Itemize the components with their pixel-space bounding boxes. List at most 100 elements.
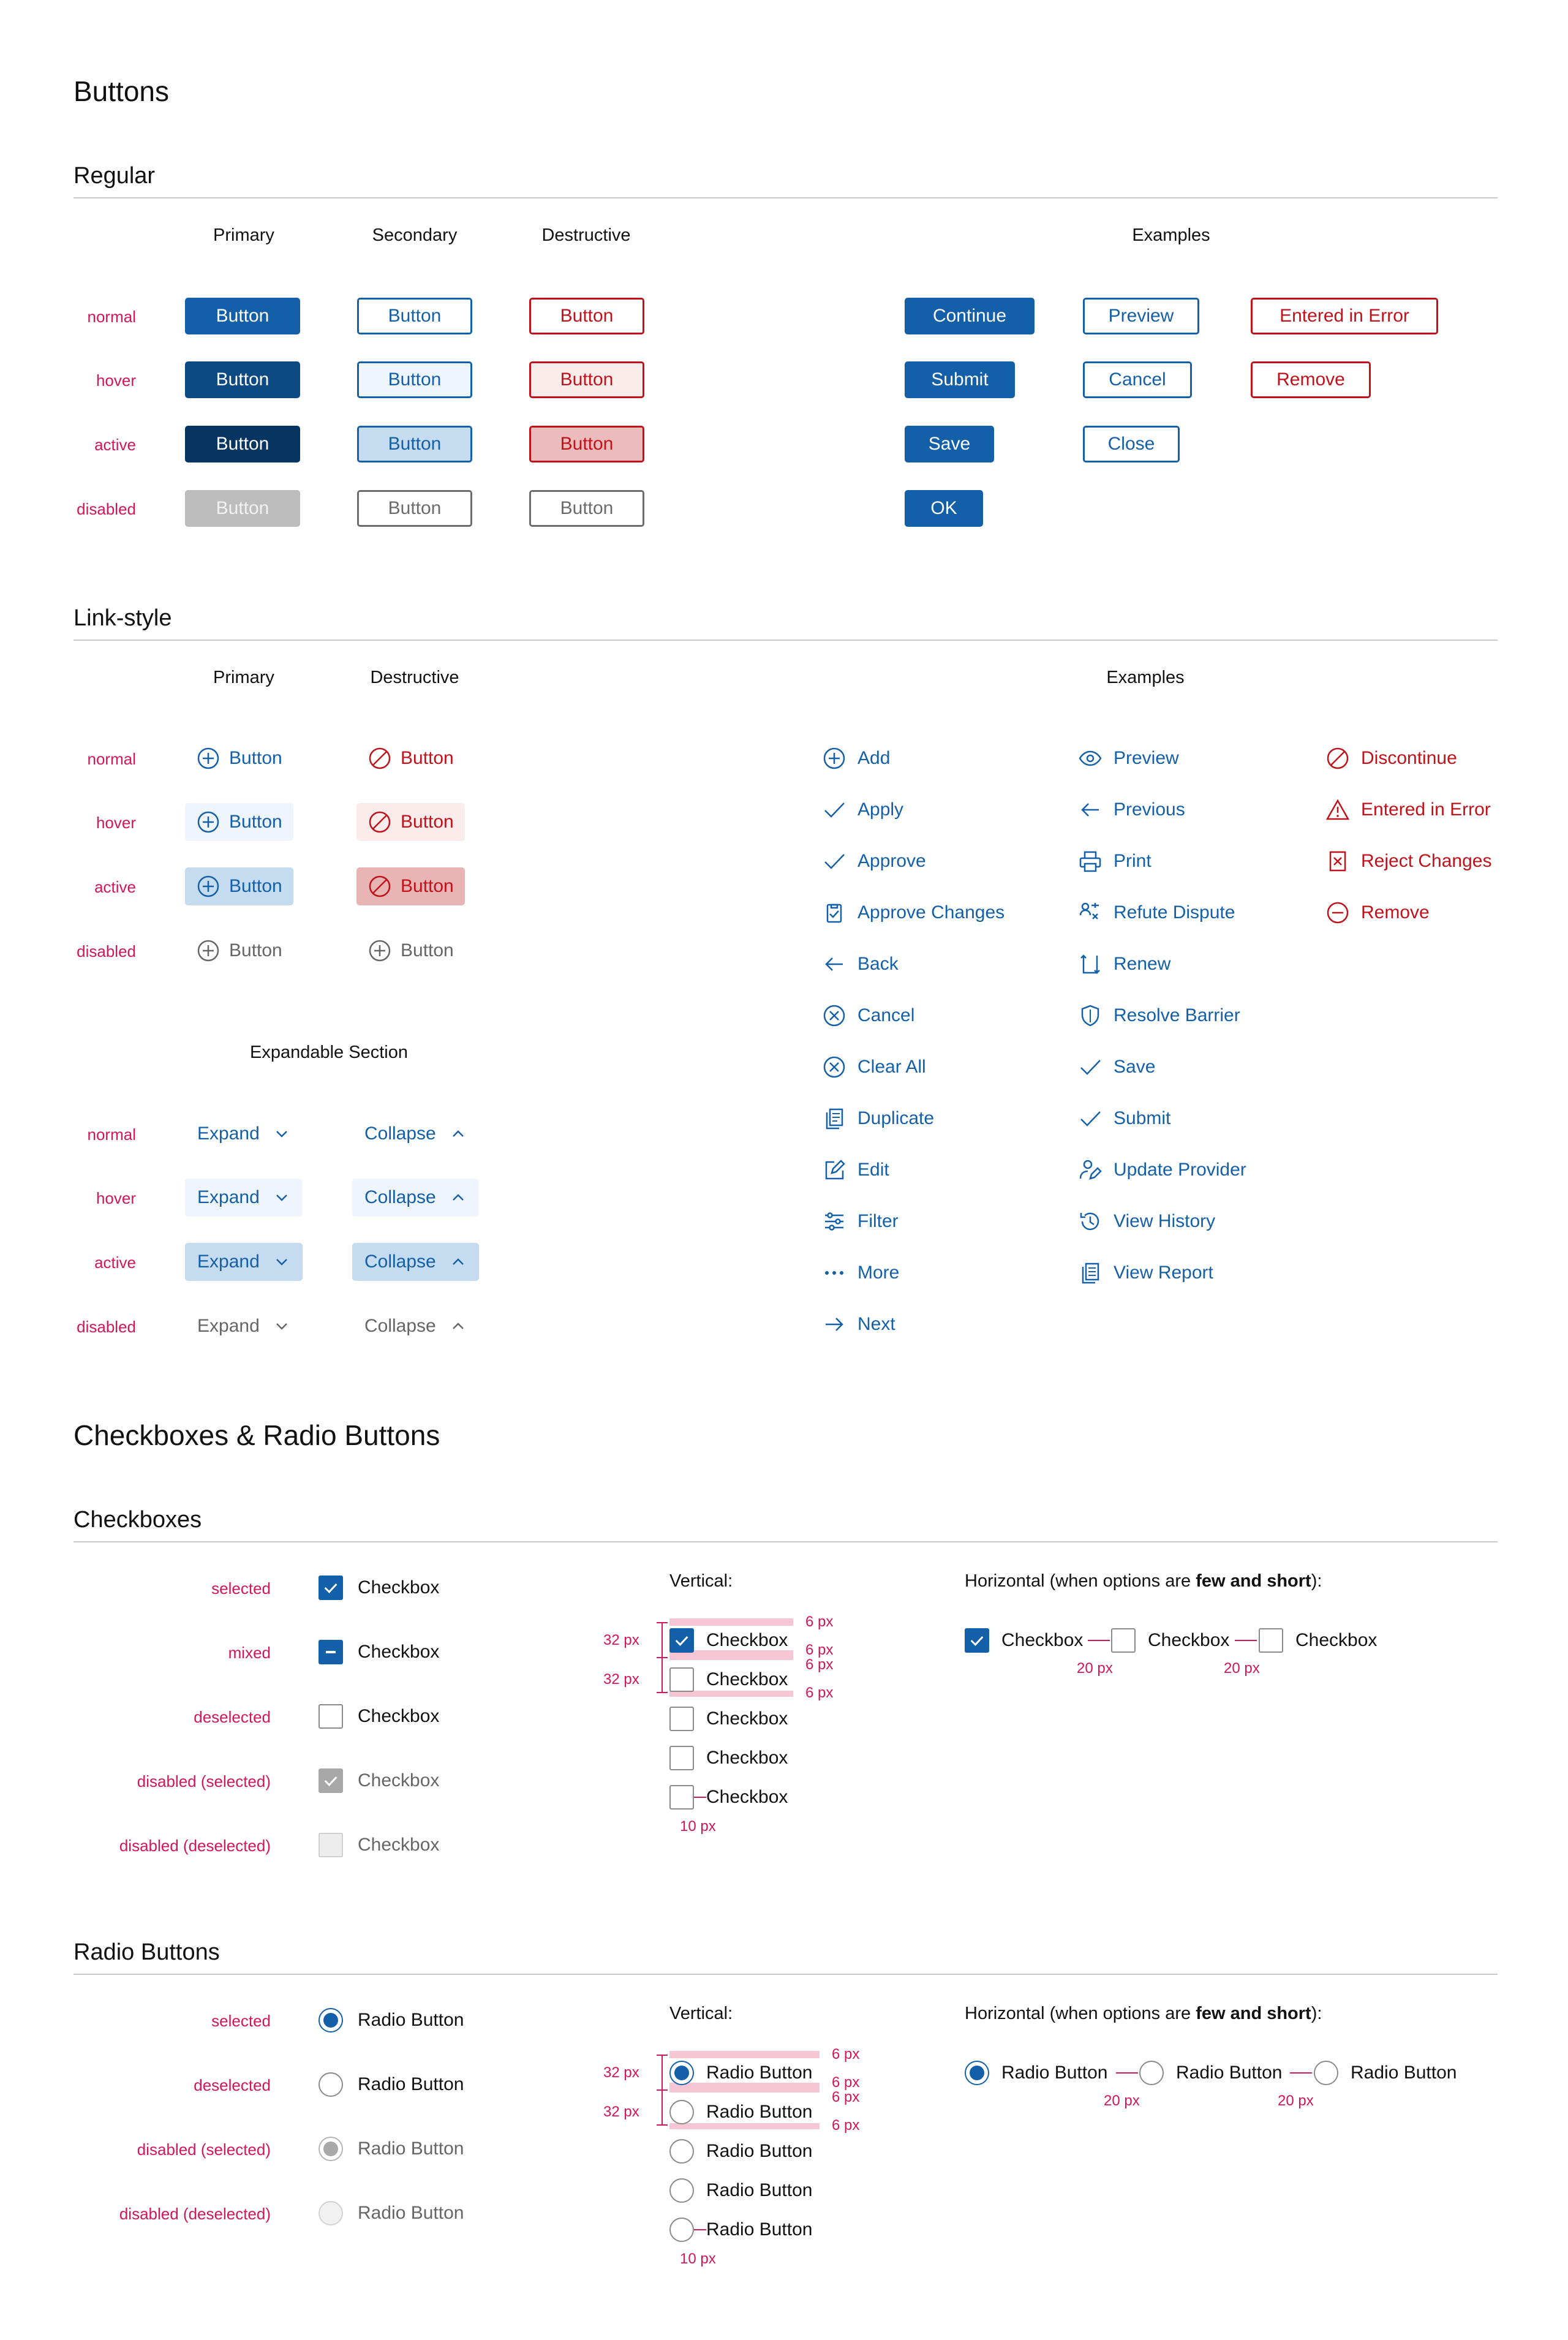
primary-button-hover[interactable]: Button — [185, 361, 300, 398]
link-view-report[interactable]: View Report — [1078, 1261, 1213, 1285]
radio-vertical-5[interactable]: Radio Button — [669, 2217, 812, 2242]
radio-circle[interactable] — [669, 2217, 694, 2242]
link-save[interactable]: Save — [1078, 1055, 1155, 1079]
radio-vertical-1[interactable]: Radio Button — [669, 2061, 812, 2085]
link-destructive-normal[interactable]: Button — [356, 739, 465, 777]
link-remove[interactable]: Remove — [1325, 900, 1430, 925]
radio-disabled-selected: Radio Button — [318, 2137, 464, 2161]
link-print[interactable]: Print — [1078, 849, 1152, 874]
submit-button[interactable]: Submit — [905, 361, 1015, 398]
save-button[interactable]: Save — [905, 426, 994, 462]
checkbox-box[interactable] — [669, 1746, 694, 1770]
checkbox-horizontal-3[interactable]: Checkbox — [1259, 1628, 1377, 1653]
collapse-toggle-hover[interactable]: Collapse — [352, 1179, 479, 1217]
link-previous[interactable]: Previous — [1078, 798, 1185, 822]
link-update-provider[interactable]: Update Provider — [1078, 1158, 1246, 1182]
link-filter[interactable]: Filter — [822, 1209, 899, 1234]
link-entered-in-error[interactable]: Entered in Error — [1325, 798, 1491, 822]
secondary-button-hover[interactable]: Button — [357, 361, 472, 398]
checkbox-mixed[interactable]: Checkbox — [318, 1640, 439, 1664]
cancel-button[interactable]: Cancel — [1083, 361, 1192, 398]
preview-button[interactable]: Preview — [1083, 298, 1199, 334]
radio-horizontal-2[interactable]: Radio Button — [1139, 2061, 1282, 2085]
collapse-toggle-normal[interactable]: Collapse — [352, 1115, 479, 1153]
primary-button-active[interactable]: Button — [185, 426, 300, 462]
continue-button[interactable]: Continue — [905, 298, 1035, 334]
link-destructive-active[interactable]: Button — [356, 867, 465, 905]
link-resolve-barrier[interactable]: Resolve Barrier — [1078, 1003, 1240, 1028]
primary-button-normal[interactable]: Button — [185, 298, 300, 334]
radio-circle[interactable] — [669, 2139, 694, 2164]
link-preview[interactable]: Preview — [1078, 746, 1179, 771]
radio-horizontal-3[interactable]: Radio Button — [1314, 2061, 1457, 2085]
radio-circle[interactable] — [318, 2072, 343, 2097]
link-primary-normal[interactable]: Button — [185, 739, 293, 777]
collapse-toggle-active[interactable]: Collapse — [352, 1243, 479, 1281]
link-duplicate[interactable]: Duplicate — [822, 1106, 934, 1131]
link-edit[interactable]: Edit — [822, 1158, 889, 1182]
radio-circle[interactable] — [1314, 2061, 1338, 2085]
link-primary-hover[interactable]: Button — [185, 803, 293, 841]
link-clear-all[interactable]: Clear All — [822, 1055, 926, 1079]
radio-circle[interactable] — [669, 2100, 694, 2124]
destructive-button-hover[interactable]: Button — [529, 361, 644, 398]
close-button[interactable]: Close — [1083, 426, 1180, 462]
link-submit[interactable]: Submit — [1078, 1106, 1170, 1131]
link-cancel[interactable]: Cancel — [822, 1003, 914, 1028]
link-renew[interactable]: Renew — [1078, 952, 1170, 976]
link-approve[interactable]: Approve — [822, 849, 926, 874]
secondary-button-normal[interactable]: Button — [357, 298, 472, 334]
link-back[interactable]: Back — [822, 952, 899, 976]
link-apply[interactable]: Apply — [822, 798, 903, 822]
checkbox-vertical-5[interactable]: Checkbox — [669, 1785, 788, 1810]
radio-circle[interactable] — [1139, 2061, 1164, 2085]
checkbox-horizontal-1[interactable]: Checkbox — [965, 1628, 1083, 1653]
checkbox-box[interactable] — [965, 1628, 989, 1653]
destructive-button-active[interactable]: Button — [529, 426, 644, 462]
checkbox-vertical-4[interactable]: Checkbox — [669, 1746, 788, 1770]
link-discontinue[interactable]: Discontinue — [1325, 746, 1457, 771]
ok-button[interactable]: OK — [905, 490, 983, 527]
expand-toggle-hover[interactable]: Expand — [185, 1179, 303, 1217]
checkbox-box[interactable] — [318, 1704, 343, 1729]
entered-in-error-button[interactable]: Entered in Error — [1251, 298, 1438, 334]
link-view-history[interactable]: View History — [1078, 1209, 1215, 1234]
radio-circle[interactable] — [318, 2008, 343, 2032]
radio-circle[interactable] — [669, 2178, 694, 2203]
checkbox-deselected[interactable]: Checkbox — [318, 1704, 439, 1729]
radio-vertical-3[interactable]: Radio Button — [669, 2139, 812, 2164]
checkbox-vertical-1[interactable]: Checkbox — [669, 1628, 788, 1653]
checkbox-box[interactable] — [669, 1785, 694, 1810]
checkbox-box[interactable] — [1259, 1628, 1283, 1653]
link-refute-dispute[interactable]: Refute Dispute — [1078, 900, 1235, 925]
link-next[interactable]: Next — [822, 1312, 895, 1337]
link-more[interactable]: More — [822, 1261, 899, 1285]
expand-toggle-active[interactable]: Expand — [185, 1243, 303, 1281]
checkbox-selected[interactable]: Checkbox — [318, 1576, 439, 1600]
checkbox-box[interactable] — [1111, 1628, 1136, 1653]
checkbox-box[interactable] — [669, 1707, 694, 1731]
link-primary-active[interactable]: Button — [185, 867, 293, 905]
checkbox-box[interactable] — [669, 1667, 694, 1692]
checkbox-vertical-3[interactable]: Checkbox — [669, 1707, 788, 1731]
radio-deselected[interactable]: Radio Button — [318, 2072, 464, 2097]
link-reject-changes[interactable]: Reject Changes — [1325, 849, 1491, 874]
checkbox-horizontal-2[interactable]: Checkbox — [1111, 1628, 1229, 1653]
expand-toggle-normal[interactable]: Expand — [185, 1115, 303, 1153]
secondary-button-active[interactable]: Button — [357, 426, 472, 462]
checkbox-box[interactable] — [669, 1628, 694, 1653]
link-add[interactable]: Add — [822, 746, 890, 771]
remove-button[interactable]: Remove — [1251, 361, 1371, 398]
radio-circle[interactable] — [669, 2061, 694, 2085]
link-approve-changes[interactable]: Approve Changes — [822, 900, 1005, 925]
link-destructive-hover[interactable]: Button — [356, 803, 465, 841]
radio-horizontal-1[interactable]: Radio Button — [965, 2061, 1107, 2085]
radio-vertical-2[interactable]: Radio Button — [669, 2100, 812, 2124]
checkbox-box[interactable] — [318, 1576, 343, 1600]
radio-vertical-4[interactable]: Radio Button — [669, 2178, 812, 2203]
destructive-button-normal[interactable]: Button — [529, 298, 644, 334]
radio-circle[interactable] — [965, 2061, 989, 2085]
checkbox-vertical-2[interactable]: Checkbox — [669, 1667, 788, 1692]
radio-selected[interactable]: Radio Button — [318, 2008, 464, 2032]
checkbox-box[interactable] — [318, 1640, 343, 1664]
